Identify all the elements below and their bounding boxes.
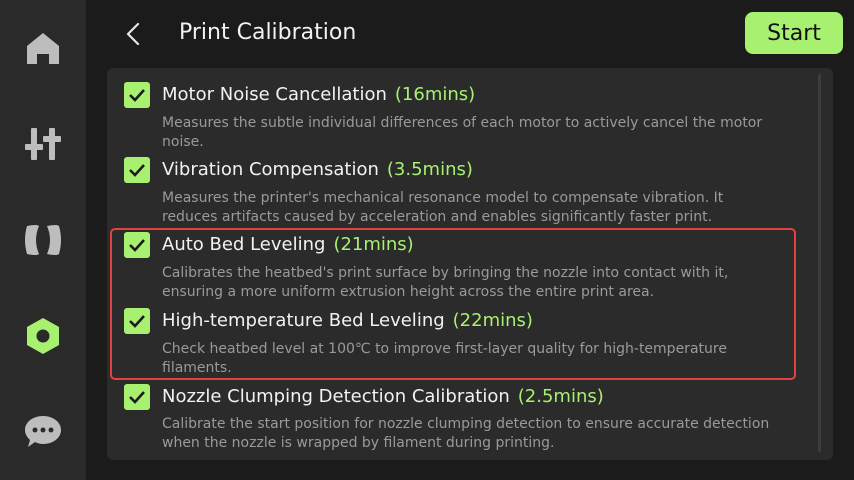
sidebar: [0, 0, 86, 480]
item-title-text: Vibration Compensation: [162, 159, 379, 180]
item-duration: (3.5mins): [386, 159, 473, 180]
chevron-left-icon: [126, 22, 140, 46]
item-title-text: Motor Noise Cancellation: [162, 84, 387, 105]
start-button[interactable]: Start: [745, 12, 843, 54]
checkbox-motor-noise[interactable]: [124, 82, 150, 108]
checkmark-icon: [129, 391, 145, 404]
item-description: Check heatbed level at 100℃ to improve f…: [162, 341, 727, 376]
filament-spool-icon: [25, 225, 61, 255]
page-title: Print Calibration: [179, 20, 357, 45]
checkbox-vibration-compensation[interactable]: [124, 157, 150, 183]
item-title-text: Auto Bed Leveling: [162, 234, 326, 255]
chat-bubble-icon: [25, 416, 61, 447]
item-description: Measures the subtle individual differenc…: [162, 115, 763, 150]
checkmark-icon: [129, 239, 145, 252]
checkmark-icon: [129, 89, 145, 102]
nav-home-button[interactable]: [0, 8, 86, 88]
checkmark-icon: [129, 315, 145, 328]
nav-settings-button[interactable]: [0, 296, 86, 376]
home-icon: [27, 33, 59, 64]
adjust-sliders-icon: [25, 128, 61, 160]
item-title-nozzle-clumping: Nozzle Clumping Detection Calibration (2.…: [162, 385, 604, 409]
checkmark-icon: [129, 164, 145, 177]
nav-controls-button[interactable]: [0, 104, 86, 184]
checkbox-high-temp-bed-leveling[interactable]: [124, 308, 150, 334]
item-title-auto-bed-leveling: Auto Bed Leveling (21mins): [162, 233, 414, 257]
item-title-text: High-temperature Bed Leveling: [162, 310, 445, 331]
item-description: Measures the printer's mechanical resona…: [162, 190, 724, 225]
checkbox-nozzle-clumping[interactable]: [124, 384, 150, 410]
item-duration: (16mins): [394, 84, 476, 105]
item-title-vibration-compensation: Vibration Compensation (3.5mins): [162, 158, 473, 182]
hex-nut-settings-icon: [27, 318, 59, 354]
nav-filament-button[interactable]: [0, 200, 86, 280]
item-duration: (22mins): [452, 310, 533, 331]
back-button[interactable]: [114, 14, 154, 54]
item-duration: (21mins): [333, 234, 414, 255]
item-title-motor-noise: Motor Noise Cancellation (16mins): [162, 83, 475, 107]
nav-messages-button[interactable]: [0, 392, 86, 472]
item-duration: (2.5mins): [517, 386, 604, 407]
item-title-high-temp-bed-leveling: High-temperature Bed Leveling (22mins): [162, 309, 533, 333]
scrollbar[interactable]: [818, 74, 821, 452]
checkbox-auto-bed-leveling[interactable]: [124, 232, 150, 258]
item-description: Calibrate the start position for nozzle …: [162, 416, 770, 451]
item-title-text: Nozzle Clumping Detection Calibration: [162, 386, 510, 407]
item-description: Calibrates the heatbed's print surface b…: [162, 265, 729, 300]
